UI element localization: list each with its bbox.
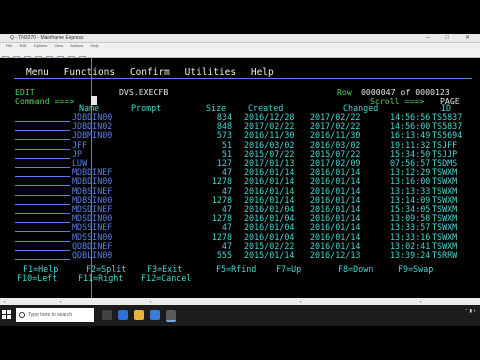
minimize-icon[interactable]: – — [416, 35, 435, 41]
window-menu-actions[interactable]: Actions — [70, 43, 83, 48]
ispf-menubar: Menu Functions Confirm Utilities Help — [26, 67, 283, 78]
line-command-field[interactable] — [15, 177, 70, 187]
window-menu-edit[interactable]: Edit — [20, 43, 27, 48]
task-view-icon[interactable] — [102, 310, 112, 320]
taskbar-search-input[interactable]: Type here to search — [16, 308, 94, 322]
menu-item-menu[interactable]: Menu — [26, 67, 49, 78]
menu-item-utilities[interactable]: Utilities — [185, 67, 236, 78]
member-userid: TSRRW — [432, 250, 458, 260]
windows-taskbar: Type here to search ⌃ ▮ ◗ — [0, 305, 480, 326]
line-command-field[interactable] — [15, 150, 70, 159]
menu-item-help[interactable]: Help — [251, 67, 274, 78]
window-titlebar: Q - TN3270 - Mainframe Express – □ ✕ — [0, 34, 480, 43]
status-seg-1: ▪ — [60, 299, 62, 304]
fkey-f8[interactable]: F8=Down — [338, 264, 373, 274]
line-command-field[interactable] — [15, 131, 70, 141]
line-command-field[interactable] — [15, 251, 70, 260]
line-command-field[interactable] — [15, 168, 70, 178]
status-indicator-icon: ▪ — [4, 299, 6, 304]
store-icon[interactable] — [150, 310, 160, 320]
menu-item-confirm[interactable]: Confirm — [130, 67, 170, 78]
menu-item-functions[interactable]: Functions — [64, 67, 115, 78]
window-title: Q - TN3270 - Mainframe Express — [10, 35, 84, 41]
status-seg-4: ▪ — [420, 299, 422, 304]
fkey-f11[interactable]: F11=Right — [78, 273, 123, 283]
status-seg-2: ▪ — [150, 299, 152, 304]
fkey-f10[interactable]: F10=Left — [17, 273, 57, 283]
menubar-divider — [14, 78, 472, 79]
browser-icon[interactable] — [118, 310, 128, 320]
line-command-field[interactable] — [15, 113, 70, 122]
member-changed-time: 13:39:24 — [390, 250, 431, 260]
search-icon — [19, 312, 25, 318]
tray-icons: ⌃ ▮ ◗ — [464, 308, 476, 313]
window-menu-view[interactable]: View — [55, 43, 64, 48]
window-menu-options[interactable]: Options — [34, 43, 48, 48]
system-tray[interactable]: ⌃ ▮ ◗ — [465, 308, 476, 314]
member-changed: 2016/12/13 — [310, 250, 361, 260]
file-explorer-icon[interactable] — [134, 310, 144, 320]
window-controls[interactable]: – □ ✕ — [416, 34, 476, 42]
row-label: Row — [337, 87, 352, 97]
fkey-f5[interactable]: F5=Rfind — [216, 264, 256, 274]
line-command-field[interactable] — [15, 242, 70, 251]
fkey-f12[interactable]: F12=Cancel — [141, 273, 191, 283]
line-command-field[interactable] — [15, 122, 70, 132]
line-command-field[interactable] — [15, 214, 70, 224]
line-command-field[interactable] — [15, 187, 70, 196]
window-menu-file[interactable]: File — [6, 43, 12, 48]
line-command-field[interactable] — [15, 141, 70, 150]
fkey-f9[interactable]: F9=Swap — [398, 264, 433, 274]
column-header-prompt: Prompt — [131, 103, 162, 113]
line-command-field[interactable] — [15, 205, 70, 214]
line-command-field[interactable] — [15, 233, 70, 242]
member-size: 555 — [216, 250, 232, 260]
window-toolbar — [0, 49, 480, 63]
windows-start-icon[interactable] — [2, 310, 11, 319]
terminal-screen[interactable]: Menu Functions Confirm Utilities Help ED… — [0, 58, 480, 298]
table-row: QDBLIN00 555 2015/01/14 2016/12/13 13:39:24 T… — [0, 251, 480, 260]
search-placeholder: Type here to search — [28, 312, 73, 318]
maximize-icon[interactable]: □ — [435, 35, 455, 41]
emulator-statusbar: ▪ ▪ ▪ ▪ ▪ — [0, 298, 480, 305]
member-name: QDBLIN00 — [72, 250, 113, 260]
close-icon[interactable]: ✕ — [455, 35, 476, 41]
line-command-field[interactable] — [15, 159, 70, 168]
fkey-f7[interactable]: F7=Up — [276, 264, 301, 274]
command-label: Command ===> — [15, 96, 75, 106]
terminal-app-icon[interactable] — [166, 310, 176, 322]
line-command-field[interactable] — [15, 196, 70, 205]
window-menu-help[interactable]: Help — [91, 43, 99, 48]
status-seg-3: ▪ — [300, 299, 302, 304]
member-created: 2015/01/14 — [244, 250, 295, 260]
dataset-name: DVS.EXECFB — [119, 87, 169, 97]
line-command-field[interactable] — [15, 223, 70, 233]
